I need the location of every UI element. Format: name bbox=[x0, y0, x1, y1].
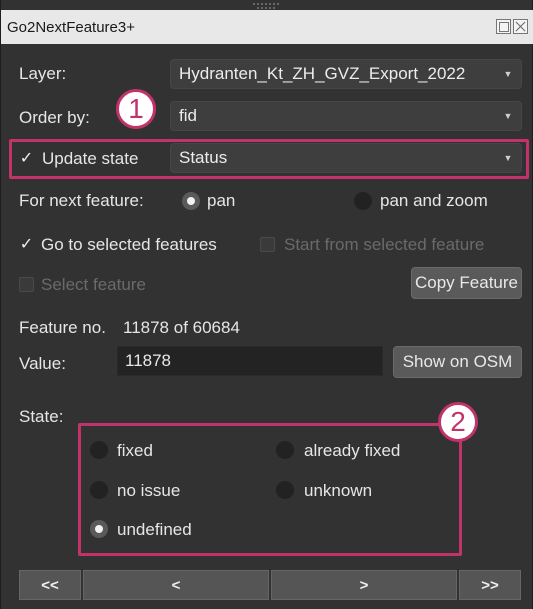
go2nextfeature-panel: Go2NextFeature3+ Layer: Hydranten_Kt_ZH_… bbox=[0, 0, 533, 609]
previous-feature-button[interactable]: < bbox=[83, 570, 269, 600]
close-panel-icon[interactable] bbox=[513, 19, 528, 34]
start-from-selected-label: Start from selected feature bbox=[284, 235, 485, 254]
state-label: State: bbox=[19, 407, 64, 426]
radio-state-no-issue[interactable] bbox=[90, 481, 108, 499]
radio-pan-and-zoom-label: pan and zoom bbox=[380, 191, 488, 210]
select-feature-label: Select feature bbox=[41, 275, 146, 294]
next-feature-label: For next feature: bbox=[19, 191, 144, 210]
radio-state-fixed[interactable] bbox=[90, 441, 108, 459]
order-by-select[interactable]: fid ▼ bbox=[170, 101, 522, 131]
show-on-osm-button[interactable]: Show on OSM bbox=[393, 346, 522, 378]
radio-pan-label: pan bbox=[207, 191, 236, 210]
radio-state-already-fixed-label: already fixed bbox=[304, 441, 401, 460]
feature-no-text: 11878 of 60684 bbox=[123, 318, 240, 337]
dock-grip-handle[interactable] bbox=[253, 3, 279, 9]
panel-titlebar: Go2NextFeature3+ bbox=[1, 10, 533, 44]
radio-state-undefined-label: undefined bbox=[117, 520, 192, 539]
value-label: Value: bbox=[19, 354, 66, 373]
radio-state-unknown-label: unknown bbox=[304, 481, 373, 500]
layer-select-value: Hydranten_Kt_ZH_GVZ_Export_2022 bbox=[179, 64, 466, 83]
annotation-badge-1: 1 bbox=[116, 89, 156, 129]
layer-label: Layer: bbox=[19, 64, 67, 83]
float-panel-icon[interactable] bbox=[496, 19, 511, 34]
last-feature-button[interactable]: >> bbox=[459, 570, 521, 600]
radio-state-no-issue-label: no issue bbox=[117, 481, 181, 500]
radio-state-fixed-label: fixed bbox=[117, 441, 153, 460]
go-to-selected-label: Go to selected features bbox=[41, 235, 217, 254]
order-by-label: Order by: bbox=[19, 108, 90, 127]
chevron-down-icon: ▼ bbox=[503, 111, 513, 121]
value-field[interactable]: 11878 bbox=[117, 346, 383, 376]
radio-state-unknown[interactable] bbox=[276, 481, 294, 499]
select-feature-checkbox[interactable] bbox=[19, 277, 34, 292]
layer-select[interactable]: Hydranten_Kt_ZH_GVZ_Export_2022 ▼ bbox=[170, 59, 522, 89]
radio-pan[interactable] bbox=[182, 192, 200, 210]
panel-title: Go2NextFeature3+ bbox=[7, 18, 135, 36]
radio-pan-and-zoom[interactable] bbox=[354, 192, 372, 210]
start-from-selected-checkbox[interactable] bbox=[260, 237, 275, 252]
highlight-box-1 bbox=[9, 139, 529, 179]
go-to-selected-checkbox[interactable]: ✓ bbox=[19, 236, 34, 253]
feature-no-label: Feature no. bbox=[19, 318, 106, 337]
copy-feature-button[interactable]: Copy Feature bbox=[411, 267, 522, 299]
first-feature-button[interactable]: << bbox=[19, 570, 81, 600]
radio-state-already-fixed[interactable] bbox=[276, 441, 294, 459]
navigation-bar: << < > >> bbox=[19, 570, 521, 600]
next-feature-button[interactable]: > bbox=[271, 570, 457, 600]
order-by-select-value: fid bbox=[179, 106, 197, 125]
radio-state-undefined[interactable] bbox=[90, 520, 108, 538]
chevron-down-icon: ▼ bbox=[503, 69, 513, 79]
annotation-badge-2: 2 bbox=[438, 402, 478, 442]
